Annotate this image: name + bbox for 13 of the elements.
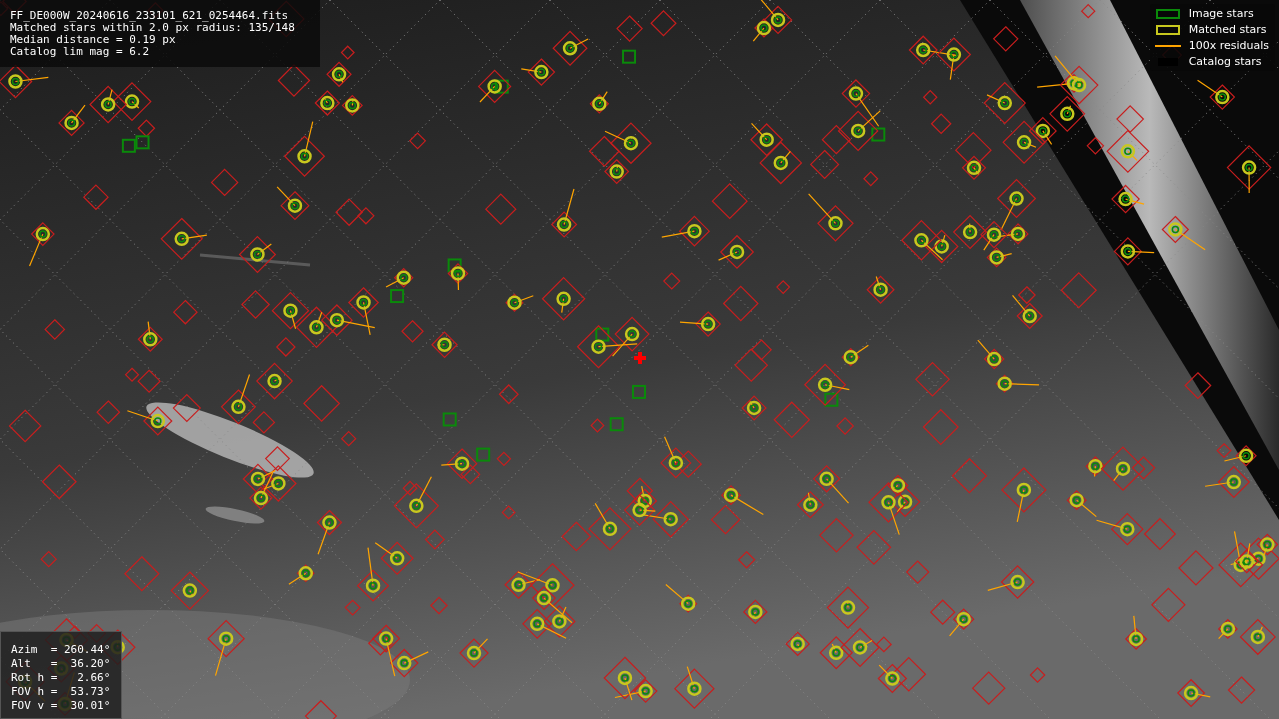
legend-label: Image stars [1188, 7, 1254, 20]
info-line: Matched stars within 2.0 px radius: 135/148 [10, 22, 296, 34]
pointing-line: Rot h = 2.66° [11, 672, 111, 684]
legend-label: 100x residuals [1188, 39, 1269, 52]
info-line: Median distance = 0.19 px [10, 34, 177, 46]
pointing-line: FOV h = 53.73° [11, 686, 111, 698]
info-line: Catalog lim mag = 6.2 [10, 46, 151, 58]
legend-label: Catalog stars [1188, 55, 1262, 68]
pointing-line: FOV v = 30.01° [11, 700, 111, 712]
legend-label: Matched stars [1188, 23, 1267, 36]
pointing-line: Azim = 260.44° [11, 644, 111, 656]
pointing-line: Alt = 36.20° [11, 658, 111, 670]
info-line: FF_DE000W_20240616_233101_621_0254464.fits [10, 10, 290, 22]
